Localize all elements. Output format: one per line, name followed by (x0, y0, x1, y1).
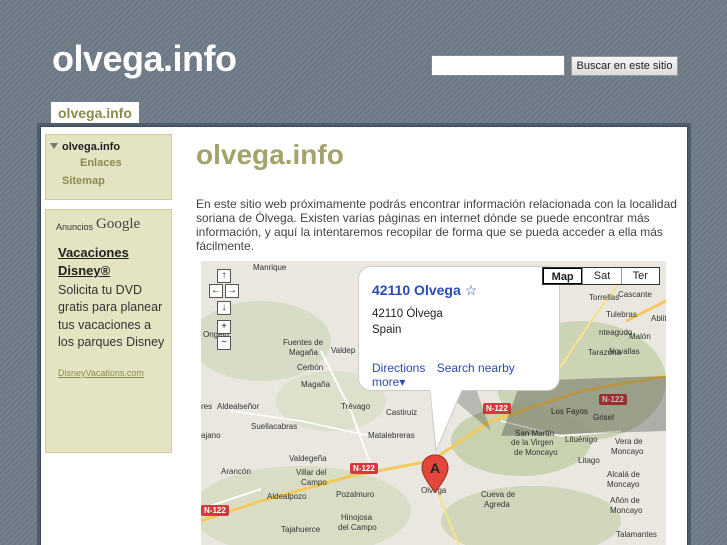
marker-pin-icon: A (421, 454, 449, 493)
google-logo: Google (96, 216, 141, 232)
sidebar-item-enlaces[interactable]: Enlaces (80, 157, 122, 169)
map-type-sat-button[interactable]: Sat (582, 268, 620, 284)
map-type-ter-button[interactable]: Ter (620, 268, 659, 284)
sidebar-item-sitemap[interactable]: Sitemap (62, 175, 105, 187)
google-map[interactable]: Manrique Fuentes de Magaña Valdep Cerbón… (201, 261, 666, 545)
tab-olvega-info[interactable]: olvega.info (51, 102, 139, 124)
marker-label: A (430, 460, 440, 476)
intro-paragraph: En este sitio web próximamente podrás en… (196, 197, 677, 253)
caret-down-icon (50, 143, 58, 149)
ads-label: Anuncios (56, 222, 94, 232)
map-type-control: Map Sat Ter (542, 267, 660, 285)
map-type-map-button[interactable]: Map (543, 268, 583, 284)
site-title: olvega.info (52, 38, 237, 79)
page-title: olvega.info (196, 139, 344, 170)
sidebar-item-olvega-info[interactable]: olvega.info (50, 141, 120, 153)
ad-title-link[interactable]: Vacaciones Disney® (58, 244, 168, 280)
info-window-tail (429, 389, 463, 452)
site-search-button[interactable]: Buscar en este sitio (571, 56, 678, 76)
sidebar-item-label: olvega.info (62, 141, 121, 153)
ad-url-link[interactable]: DisneyVacations.com (58, 368, 144, 378)
ad-body: Solicita tu DVD gratis para planear tus … (58, 283, 165, 349)
site-search-input[interactable] (431, 55, 565, 76)
